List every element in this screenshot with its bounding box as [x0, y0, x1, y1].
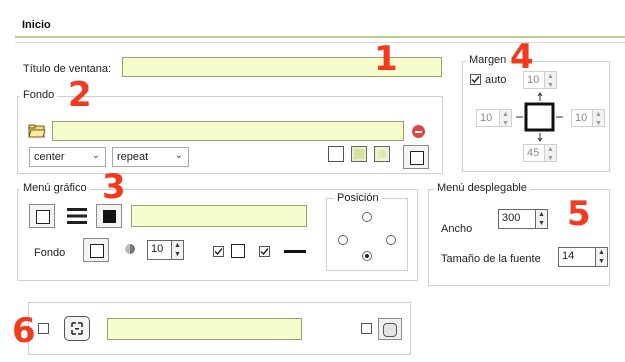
dropdown-font-size-label: Tamaño de la fuente: [441, 253, 541, 265]
position-bottom-radio[interactable]: [362, 251, 372, 261]
marker-1: 1: [374, 39, 398, 79]
background-position-value: center: [34, 151, 65, 163]
margin-bottom-stepper[interactable]: 45 ▲ ▼: [523, 144, 557, 162]
dropdown-width-value: 300: [502, 212, 521, 224]
stepper-arrows-icon[interactable]: ▲ ▼: [499, 110, 511, 127]
window-title-label: Título de ventana:: [23, 63, 112, 75]
tab-bar: Inicio: [15, 16, 625, 38]
position-right-radio[interactable]: [386, 235, 396, 245]
opacity-value: 10: [151, 243, 164, 255]
border-preview-icon: [231, 244, 245, 258]
stepper-arrows-icon[interactable]: ▲ ▼: [535, 210, 547, 228]
menu-border-checkbox[interactable]: [213, 246, 224, 257]
position-left-radio[interactable]: [338, 235, 348, 245]
margin-auto-label: auto: [485, 74, 507, 86]
menu-color-button[interactable]: [96, 204, 122, 228]
stepper-arrows-icon[interactable]: ▲ ▼: [592, 110, 604, 127]
dropdown-width-stepper[interactable]: 300 ▲ ▼: [498, 209, 548, 229]
align-option-2-button[interactable]: [351, 146, 367, 162]
marker-3: 3: [102, 167, 126, 207]
stepper-arrows-icon[interactable]: ▲ ▼: [544, 72, 556, 89]
graphic-menu-fondo-button[interactable]: [83, 238, 109, 262]
marker-6: 6: [12, 311, 36, 351]
chevron-down-icon: ⌄: [91, 150, 100, 161]
background-path-input[interactable]: [52, 121, 404, 141]
opacity-stepper[interactable]: 10 ▲ ▼: [147, 240, 184, 260]
margin-preview-icon: [515, 92, 565, 142]
margin-top-stepper[interactable]: 10 ▲ ▼: [523, 71, 557, 89]
margin-right-value: 10: [575, 112, 588, 124]
line-preview-icon: [284, 250, 306, 253]
margin-right-stepper[interactable]: 10 ▲ ▼: [571, 109, 605, 127]
stepper-arrows-icon[interactable]: ▲ ▼: [171, 241, 183, 259]
margin-auto-checkbox[interactable]: [470, 74, 481, 85]
background-color-button[interactable]: [403, 145, 429, 169]
remove-icon[interactable]: [412, 125, 425, 138]
marker-4: 4: [510, 37, 534, 77]
menu-line-checkbox[interactable]: [259, 246, 270, 257]
margin-left-value: 10: [480, 112, 493, 124]
menu-lines-icon[interactable]: [66, 207, 88, 225]
stepper-arrows-icon[interactable]: ▲ ▼: [595, 248, 607, 266]
position-legend: Posición: [334, 192, 382, 204]
tab-inicio[interactable]: Inicio: [22, 19, 51, 31]
align-option-1-button[interactable]: [328, 146, 344, 162]
align-option-3-button[interactable]: [374, 146, 390, 162]
dropdown-font-size-value: 14: [562, 250, 575, 262]
rounded-corner-button[interactable]: [378, 318, 402, 340]
margin-bottom-value: 45: [527, 147, 540, 159]
stepper-arrows-icon[interactable]: ▲ ▼: [544, 145, 556, 162]
chevron-down-icon: ⌄: [174, 150, 183, 161]
graphic-menu-legend: Menú gráfico: [20, 182, 90, 194]
background-repeat-select[interactable]: repeat ⌄: [112, 147, 189, 167]
menu-frame-button[interactable]: [29, 204, 55, 228]
dropdown-font-size-stepper[interactable]: 14 ▲ ▼: [558, 247, 608, 267]
position-top-radio[interactable]: [362, 212, 372, 222]
opacity-icon: [124, 243, 136, 255]
section6-rounded-checkbox[interactable]: [361, 323, 372, 334]
margin-top-value: 10: [527, 74, 540, 86]
background-legend: Fondo: [20, 89, 58, 101]
marker-2: 2: [68, 75, 92, 115]
section6-checkbox[interactable]: [38, 323, 49, 334]
graphic-menu-fondo-label: Fondo: [34, 247, 66, 259]
marker-5: 5: [567, 194, 591, 234]
folder-icon[interactable]: [28, 124, 46, 138]
dropdown-width-label: Ancho: [441, 223, 473, 235]
graphic-menu-input[interactable]: [131, 205, 307, 227]
margin-left-stepper[interactable]: 10 ▲ ▼: [476, 109, 512, 127]
dropdown-menu-legend: Menú desplegable: [434, 182, 530, 194]
margin-legend: Margen: [466, 54, 510, 66]
section6-input[interactable]: [107, 318, 302, 340]
background-position-select[interactable]: center ⌄: [29, 147, 106, 167]
background-repeat-value: repeat: [117, 151, 149, 163]
fit-screen-icon[interactable]: [64, 316, 90, 341]
